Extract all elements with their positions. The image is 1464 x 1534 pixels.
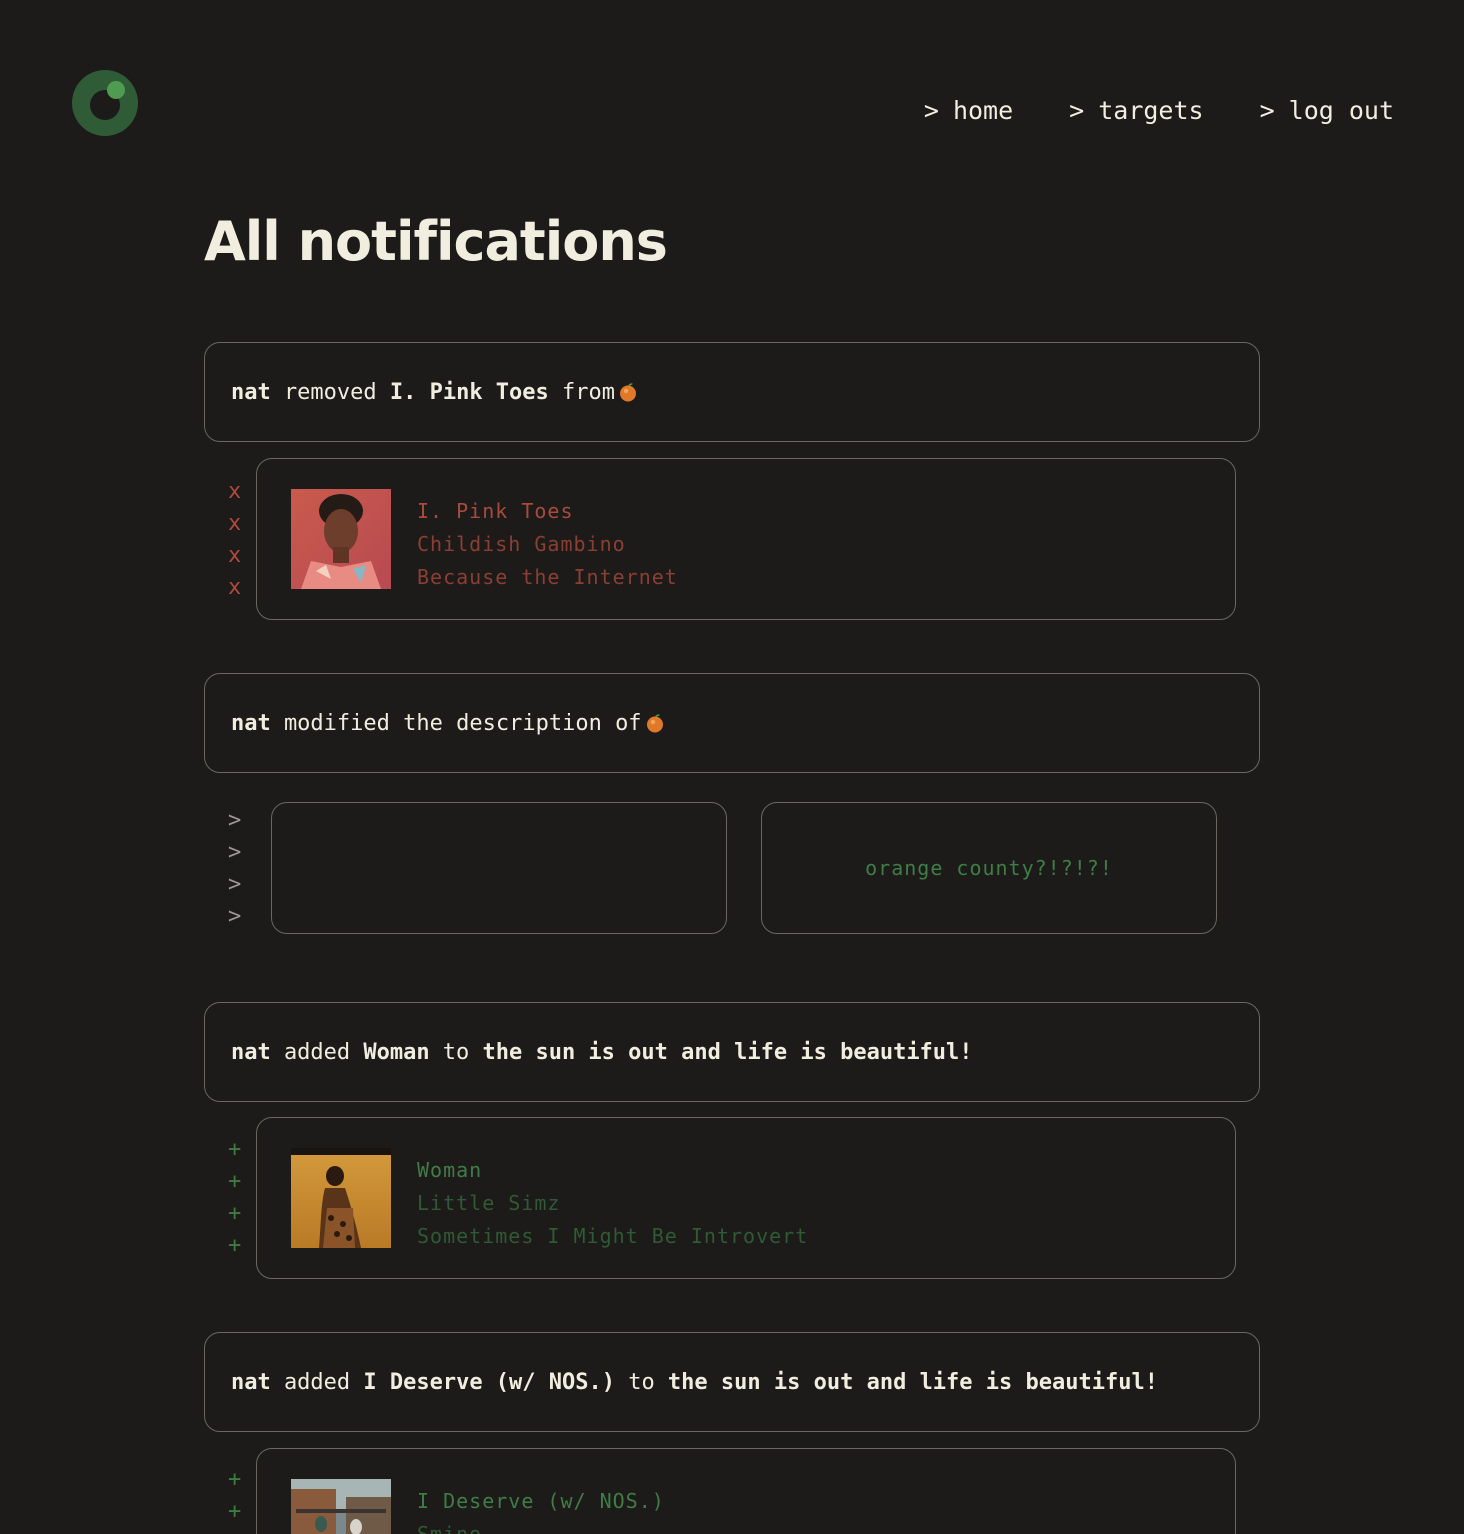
- notification-user[interactable]: nat: [231, 1370, 271, 1395]
- removed-markers: x x x x: [228, 476, 248, 604]
- added-markers: + + + +: [228, 1134, 248, 1262]
- add-marker: +: [228, 1137, 242, 1162]
- track-album: Sometimes I Might Be Introvert: [417, 1224, 809, 1248]
- nav-caret: >: [923, 96, 939, 125]
- notification-action: added: [283, 1039, 351, 1065]
- change-marker: >: [228, 840, 242, 865]
- nav-caret: >: [1259, 96, 1275, 125]
- notification-preposition: to: [628, 1369, 655, 1395]
- nav-caret: >: [1069, 96, 1085, 125]
- track-title: Woman: [417, 1158, 483, 1182]
- add-marker: +: [228, 1201, 242, 1226]
- notification-track[interactable]: Woman: [363, 1040, 429, 1065]
- logo-icon[interactable]: [72, 70, 138, 136]
- notification-user[interactable]: nat: [231, 380, 271, 405]
- change-marker: >: [228, 872, 242, 897]
- remove-marker: x: [228, 543, 242, 568]
- nav-targets-link[interactable]: > targets: [1069, 96, 1203, 125]
- album-art: [291, 1148, 391, 1248]
- track-artist: Little Simz: [417, 1191, 561, 1215]
- top-nav: > home > targets > log out: [924, 96, 1394, 125]
- nav-home-label: home: [952, 96, 1014, 125]
- track-artist: Childish Gambino: [417, 532, 626, 556]
- add-marker: +: [228, 1169, 242, 1194]
- album-art: [291, 1479, 391, 1534]
- remove-marker: x: [228, 479, 242, 504]
- notification-action: modified the description of: [283, 710, 642, 736]
- track-album: Because the Internet: [417, 565, 678, 589]
- track-info: Woman Little Simz Sometimes I Might Be I…: [417, 1154, 808, 1253]
- track-title: I. Pink Toes: [417, 499, 574, 523]
- nav-logout-link[interactable]: > log out: [1260, 96, 1394, 125]
- page: > home > targets > log out All notification…: [0, 0, 1464, 1534]
- page-title: All notifications: [204, 210, 668, 273]
- notification-header: nat added Woman to the sun is out and li…: [204, 1002, 1260, 1102]
- album-art: [291, 489, 391, 589]
- notification-user[interactable]: nat: [231, 711, 271, 736]
- notification-preposition: to: [442, 1039, 470, 1065]
- track-title: I Deserve (w/ NOS.): [417, 1489, 665, 1513]
- track-artist: Smino: [417, 1522, 483, 1534]
- notification-preposition: from: [561, 379, 615, 405]
- track-card[interactable]: I Deserve (w/ NOS.) Smino: [256, 1448, 1236, 1534]
- add-marker: +: [228, 1499, 242, 1524]
- nav-logout-label: log out: [1288, 96, 1394, 125]
- notification-track[interactable]: I. Pink Toes: [390, 380, 549, 405]
- change-marker: >: [228, 904, 242, 929]
- new-description-box: orange county?!?!?!: [761, 802, 1217, 934]
- add-marker: +: [228, 1467, 242, 1492]
- orange-emoji-icon[interactable]: [646, 713, 664, 733]
- notification-action: added: [283, 1369, 351, 1395]
- track-card[interactable]: I. Pink Toes Childish Gambino Because th…: [256, 458, 1236, 620]
- notification-header: nat removed I. Pink Toes from: [204, 342, 1260, 442]
- notification-track[interactable]: I Deserve (w/ NOS.): [363, 1370, 615, 1395]
- track-card[interactable]: Woman Little Simz Sometimes I Might Be I…: [256, 1117, 1236, 1279]
- track-info: I. Pink Toes Childish Gambino Because th…: [417, 495, 678, 594]
- added-markers: + +: [228, 1464, 248, 1528]
- track-info: I Deserve (w/ NOS.) Smino: [417, 1485, 665, 1534]
- orange-emoji-icon[interactable]: [619, 382, 637, 402]
- notification-target[interactable]: the sun is out and life is beautiful!: [482, 1040, 972, 1065]
- notification-header: nat modified the description of: [204, 673, 1260, 773]
- nav-home-link[interactable]: > home: [924, 96, 1013, 125]
- notification-action: removed: [283, 379, 377, 405]
- notification-header: nat added I Deserve (w/ NOS.) to the sun…: [204, 1332, 1260, 1432]
- add-marker: +: [228, 1233, 242, 1258]
- notification-target[interactable]: the sun is out and life is beautiful!: [668, 1370, 1158, 1395]
- remove-marker: x: [228, 511, 242, 536]
- change-marker: >: [228, 808, 242, 833]
- remove-marker: x: [228, 575, 242, 600]
- old-description-box: [271, 802, 727, 934]
- change-markers: > > > >: [228, 805, 248, 933]
- nav-targets-label: targets: [1098, 96, 1204, 125]
- notification-user[interactable]: nat: [231, 1040, 271, 1065]
